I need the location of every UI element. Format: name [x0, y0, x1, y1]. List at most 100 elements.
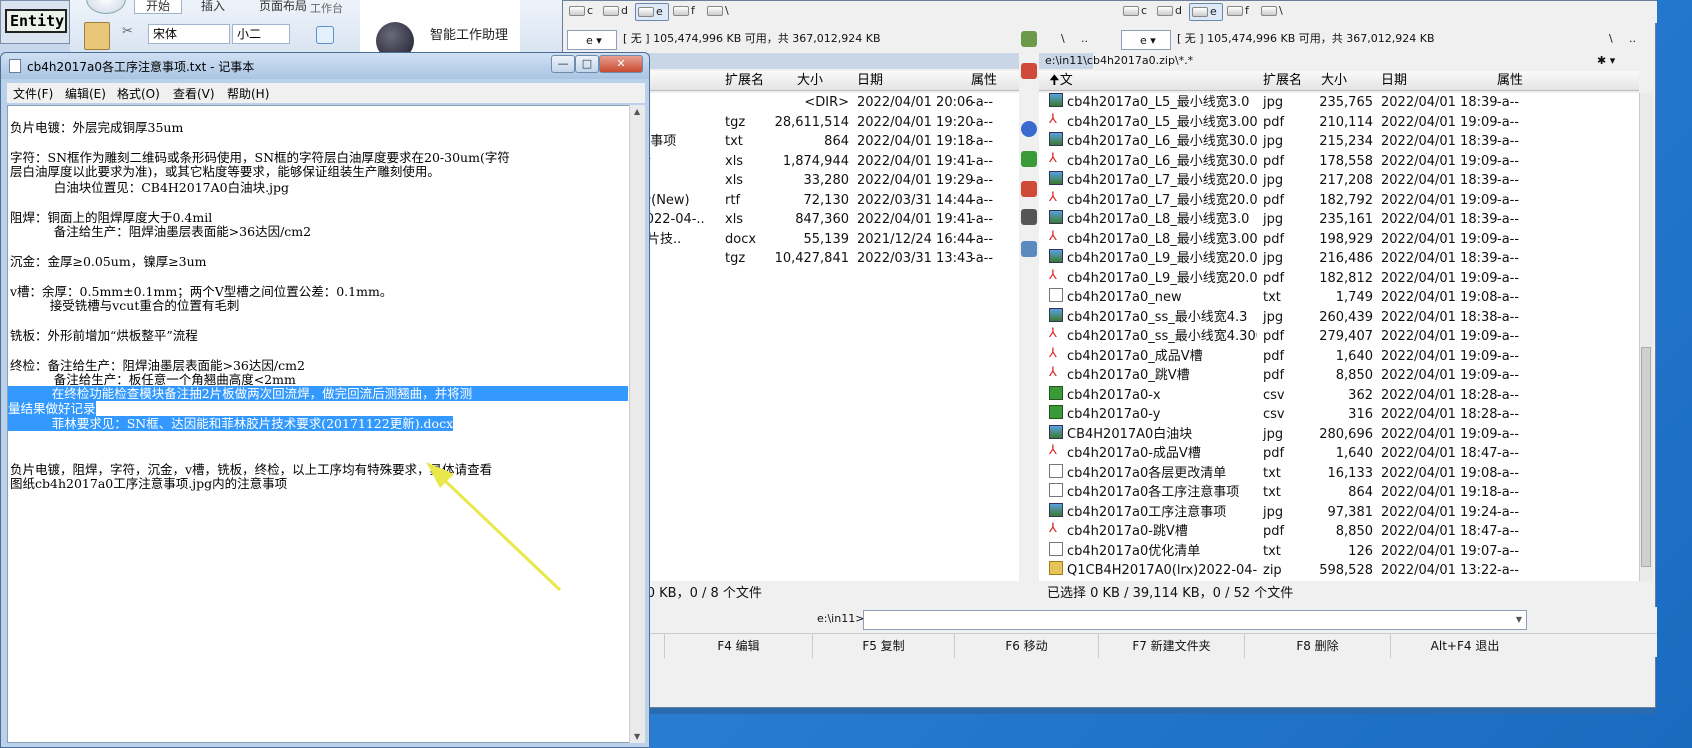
cut-icon[interactable]: ✂ — [122, 24, 133, 39]
refresh-icon[interactable] — [1021, 121, 1037, 137]
text-line: 白油块位置见：CB4H2017A0白油块.jpg — [10, 180, 289, 195]
left-col-size[interactable]: 大小 — [797, 71, 823, 91]
file-row[interactable]: cb4h2017a0_ss_最小线宽4.3 jpg 260,439 2022/04/0… — [1045, 307, 1639, 328]
right-col-date[interactable]: 日期 — [1381, 71, 1407, 91]
right-drive-combo[interactable]: e ▾ — [1121, 30, 1171, 50]
left-drive-c[interactable]: c — [567, 3, 601, 21]
file-row[interactable]: ⅄ cb4h2017a0_跳V槽 pdf 8,850 2022/04/01 19:09-… — [1045, 366, 1639, 386]
file-date: 2022/04/01 19:18 — [1381, 485, 1498, 500]
office-button[interactable] — [86, 0, 126, 14]
close-button[interactable]: ✕ — [599, 55, 643, 73]
right-drive-c[interactable]: c — [1121, 3, 1155, 21]
scroll-up-icon[interactable]: ▲ — [634, 107, 640, 116]
tab-page-layout[interactable]: 页面布局 — [248, 0, 318, 14]
left-col-date[interactable]: 日期 — [857, 71, 883, 91]
file-row[interactable]: cb4h2017a0优化清单 txt 126 2022/04/01 19:07 -a-- — [1045, 541, 1639, 562]
right-col-size[interactable]: 大小 — [1321, 71, 1347, 91]
menu-format[interactable]: 格式(O) — [117, 85, 160, 102]
f4-edit-button[interactable]: F4 编辑 — [665, 634, 813, 658]
drive-icon — [603, 6, 619, 16]
notepad-titlebar[interactable]: cb4h2017a0各工序注意事项.txt - 记事本 — □ ✕ — [1, 53, 649, 79]
file-row[interactable]: cb4h2017a0-x csv 362 2022/04/01 18:28 -a-- — [1045, 385, 1639, 406]
paste-icon[interactable] — [84, 22, 110, 50]
left-drive-combo[interactable]: e ▾ — [567, 30, 617, 50]
tab-start[interactable]: 开始 — [134, 0, 182, 14]
left-drive-d[interactable]: d — [601, 3, 635, 21]
notepad-text-area[interactable]: 负片电镀：外层完成铜厚35um 字符：SN框作为雕刻二维码或条形码使用，SN框的… — [7, 105, 635, 743]
excel-icon[interactable] — [1021, 151, 1037, 167]
f8-delete-button[interactable]: F8 删除 — [1245, 634, 1391, 658]
file-row[interactable]: ⅄ cb4h2017a0_ss_最小线宽4.300 pdf 279,407 2022/0… — [1045, 327, 1639, 347]
notepad-scrollbar[interactable]: ▲ ▼ — [629, 105, 645, 743]
file-row[interactable]: ⅄ cb4h2017a0_L7_最小线宽20.0.. pdf 182,792 2022/… — [1045, 190, 1639, 211]
file-ext: jpg — [1263, 309, 1284, 325]
right-scroll-thumb[interactable] — [1641, 347, 1651, 567]
sync-icon[interactable] — [1021, 31, 1037, 47]
left-col-attr[interactable]: 属性 — [971, 71, 997, 91]
file-row[interactable]: cb4h2017a0_L5_最小线宽3.0 jpg 235,765 2022/04/0… — [1045, 93, 1639, 113]
menu-view[interactable]: 查看(V) — [173, 85, 215, 102]
file-row[interactable]: cb4h2017a0工序注意事项 jpg 97,381 2022/04/01 19:2… — [1045, 502, 1639, 523]
menu-file[interactable]: 文件(F) — [13, 85, 53, 102]
file-row[interactable]: ⅄ cb4h2017a0_L5_最小线宽3.000 pdf 210,114 2022/0… — [1045, 112, 1639, 133]
entity-label[interactable]: Entity — [5, 9, 67, 33]
minimize-button[interactable]: — — [551, 55, 575, 73]
file-row[interactable]: cb4h2017a0_new txt 1,749 2022/04/01 19:08 -a… — [1045, 288, 1639, 308]
file-row[interactable]: ⅄ cb4h2017a0_L9_最小线宽20.0.. pdf 182,812 2022/… — [1045, 268, 1639, 289]
file-row[interactable]: cb4h2017a0_L6_最小线宽30.0 jpg 215,234 2022/04/… — [1045, 132, 1639, 152]
file-row[interactable]: ⅄ cb4h2017a0_L6_最小线宽30.0.. pdf 178,558 2022/… — [1045, 151, 1639, 172]
right-path-header[interactable]: e:\in11\cb4h2017a0.zip\*.* — [1041, 53, 1193, 69]
assistant-label[interactable]: 智能工作助理 — [430, 24, 508, 43]
right-drive-e[interactable]: e — [1189, 3, 1223, 21]
tab-insert[interactable]: 插入 — [188, 0, 238, 14]
font-name-select[interactable]: 宋体 — [148, 24, 230, 44]
maximize-button[interactable]: □ — [575, 55, 599, 73]
right-history-button[interactable]: ✱ ▾ — [1593, 53, 1655, 69]
right-col-name[interactable]: 🠉文件名 — [1049, 71, 1073, 128]
file-row[interactable]: cb4h2017a0-y csv 316 2022/04/01 18:28 -a-- — [1045, 405, 1639, 425]
file-row[interactable]: cb4h2017a0_L7_最小线宽20.0 jpg 217,208 2022/04/… — [1045, 171, 1639, 191]
pdf-tool-icon[interactable] — [1021, 63, 1037, 79]
left-col-ext[interactable]: 扩展名 — [725, 71, 764, 91]
network-icon[interactable] — [1021, 209, 1037, 225]
scroll-down-icon[interactable]: ▼ — [634, 732, 640, 741]
workbench-icon[interactable] — [316, 26, 334, 44]
font-size-select[interactable]: 小二 — [232, 24, 290, 44]
file-row[interactable]: CB4H2017A0白油块 jpg 280,696 2022/04/01 19:09-… — [1045, 424, 1639, 445]
f5-copy-button[interactable]: F5 复制 — [813, 634, 955, 658]
file-row[interactable]: ⅄ cb4h2017a0_成品V槽 pdf 1,640 2022/04/01 19:09… — [1045, 346, 1639, 367]
right-drive-f[interactable]: f — [1225, 3, 1259, 21]
right-drive-d[interactable]: d — [1155, 3, 1189, 21]
f7-new-folder-button[interactable]: F7 新建文件夹 — [1099, 634, 1245, 658]
left-up-button[interactable]: .. — [1081, 29, 1088, 49]
file-row[interactable]: ⅄ cb4h2017a0_L8_最小线宽3.000 pdf 198,929 2022/0… — [1045, 229, 1639, 250]
right-col-attr[interactable]: 属性 — [1497, 71, 1523, 91]
right-up-button[interactable]: .. — [1629, 29, 1636, 49]
image-icon[interactable] — [1021, 241, 1037, 257]
menu-edit[interactable]: 编辑(E) — [65, 85, 106, 102]
menu-help[interactable]: 帮助(H) — [227, 85, 269, 102]
file-ext: pdf — [1263, 446, 1285, 461]
left-drive-f[interactable]: f — [671, 3, 705, 21]
right-scrollbar[interactable] — [1639, 93, 1653, 581]
file-row[interactable]: cb4h2017a0_L9_最小线宽20.0 jpg 216,486 2022/04/… — [1045, 249, 1639, 269]
right-file-list[interactable]: cb4h2017a0_L5_最小线宽3.0 jpg 235,765 2022/04/0… — [1045, 93, 1639, 581]
left-drive-e[interactable]: e — [635, 3, 669, 21]
command-input[interactable]: ▼ — [863, 610, 1527, 630]
pdf-convert-icon[interactable] — [1021, 181, 1037, 197]
file-row[interactable]: ⅄ cb4h2017a0-跳V槽 pdf 8,850 2022/04/01 18:47-… — [1045, 522, 1639, 542]
file-row[interactable]: ⅄ cb4h2017a0-成品V槽 pdf 1,640 2022/04/01 18:47… — [1045, 444, 1639, 464]
chevron-down-icon[interactable]: ▼ — [1516, 615, 1522, 624]
alt-f4-exit-button[interactable]: Alt+F4 退出 — [1391, 634, 1539, 658]
right-col-ext[interactable]: 扩展名 — [1263, 71, 1302, 91]
right-drive-network[interactable]: \ — [1259, 3, 1293, 21]
right-root-button[interactable]: \ — [1609, 29, 1613, 49]
f6-move-button[interactable]: F6 移动 — [955, 634, 1099, 658]
file-row[interactable]: cb4h2017a0_L8_最小线宽3.0 jpg 235,161 2022/04/0… — [1045, 210, 1639, 230]
right-column-header: 🠉文件名 扩展名 大小 日期 属性 — [1045, 71, 1639, 128]
file-row[interactable]: Q1CB4H2017A0(lrx)2022-04-.. zip 598,528 202… — [1045, 561, 1639, 581]
file-row[interactable]: cb4h2017a0各工序注意事项 txt 864 2022/04/01 19:18-… — [1045, 483, 1639, 503]
left-drive-network[interactable]: \ — [705, 3, 739, 21]
file-row[interactable]: cb4h2017a0各层更改清单 txt 16,133 2022/04/01 19:0… — [1045, 463, 1639, 484]
left-root-button[interactable]: \ — [1061, 29, 1065, 49]
